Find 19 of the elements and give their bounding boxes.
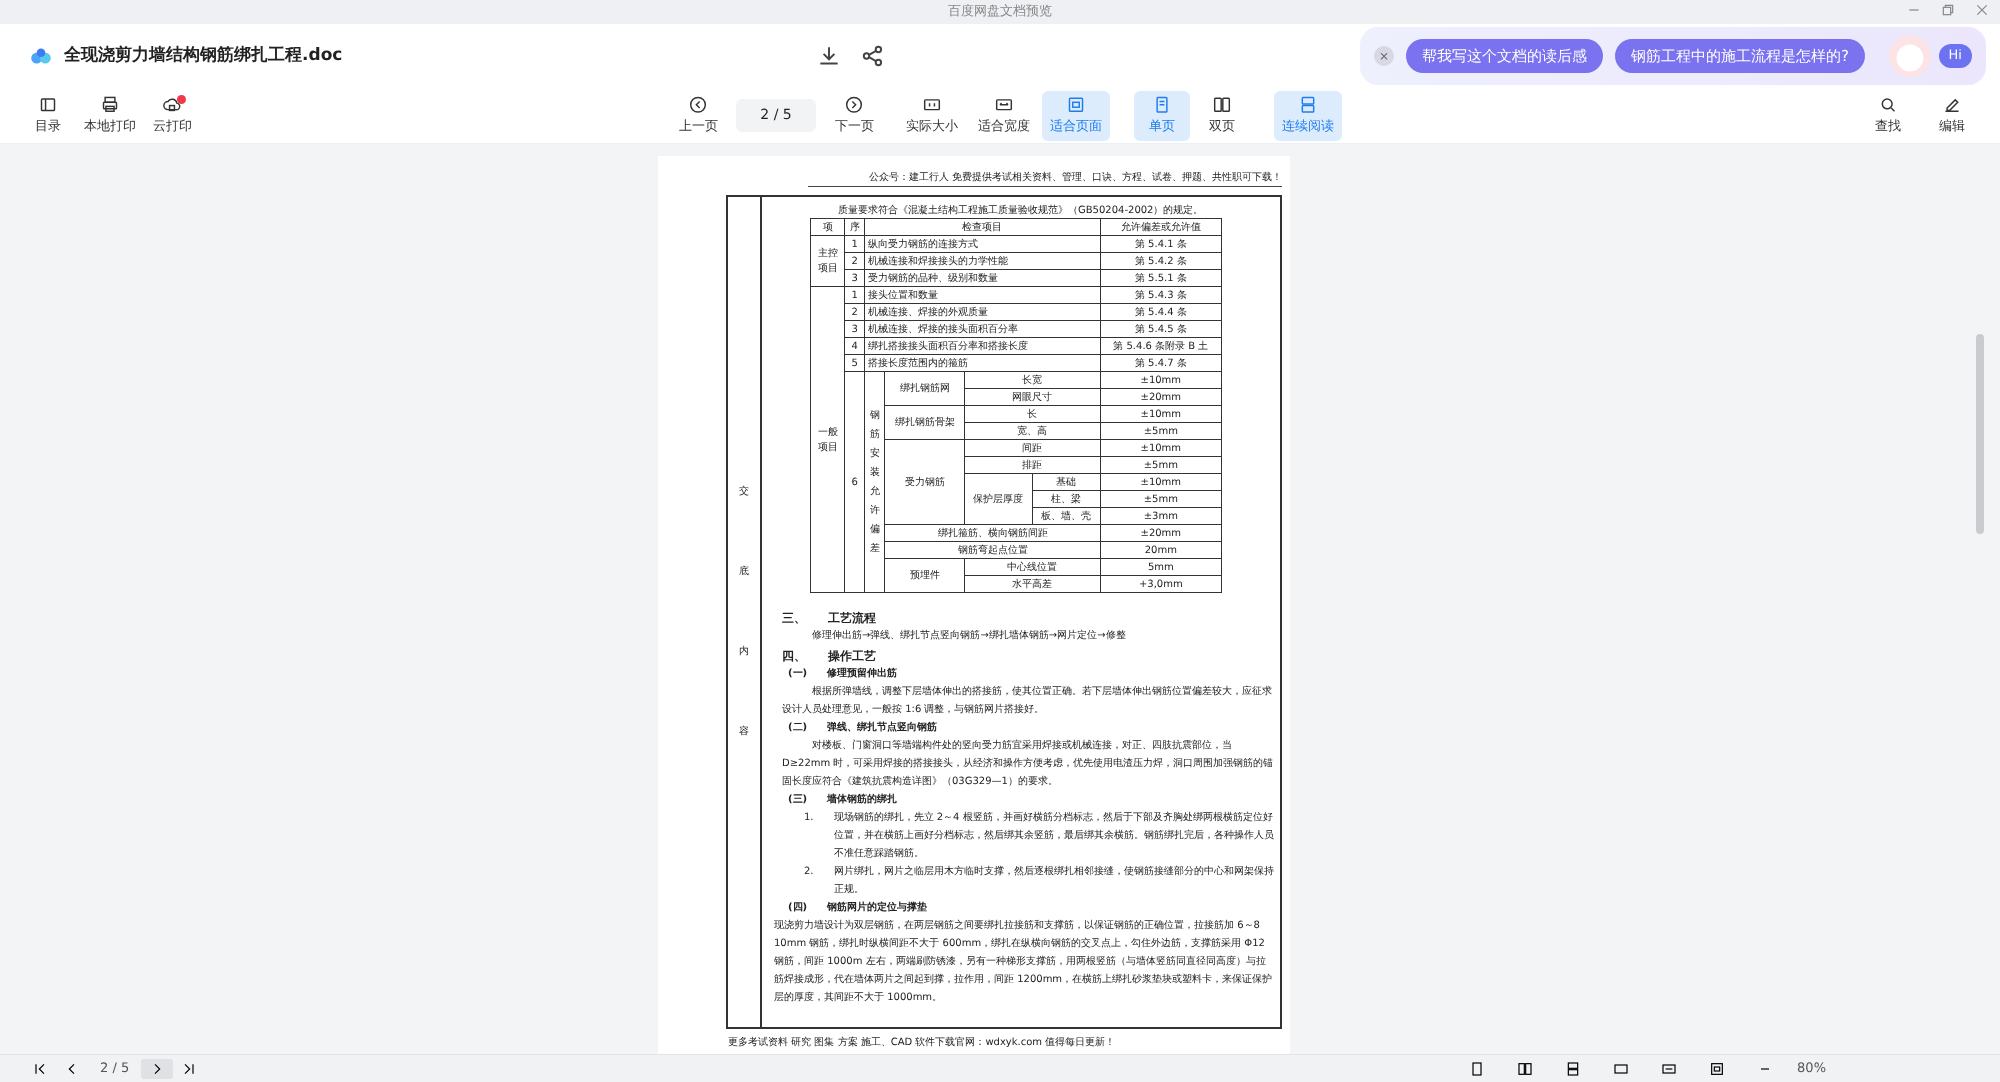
next-page-button[interactable] <box>141 1058 174 1079</box>
sidebar-icon <box>37 94 59 114</box>
fit-width-icon <box>993 94 1015 114</box>
fit-page-icon <box>1065 94 1087 114</box>
double-page-icon <box>1211 94 1233 114</box>
search-icon <box>1877 94 1899 114</box>
cloud-logo-icon <box>28 43 54 69</box>
scrollbar-thumb[interactable] <box>1976 334 1984 534</box>
download-icon[interactable] <box>816 43 843 69</box>
actual-size-icon <box>921 94 943 114</box>
print-icon <box>99 94 121 114</box>
cloud-print-icon <box>161 94 183 114</box>
share-icon[interactable] <box>860 43 887 69</box>
previous-icon <box>687 94 709 114</box>
continuous-icon <box>1297 94 1319 114</box>
file-name: 全现浇剪力墙结构钢筋绑扎工程.doc <box>64 43 343 69</box>
edit-icon <box>1941 94 1963 114</box>
single-page-icon <box>1151 94 1173 114</box>
next-icon <box>843 94 865 114</box>
